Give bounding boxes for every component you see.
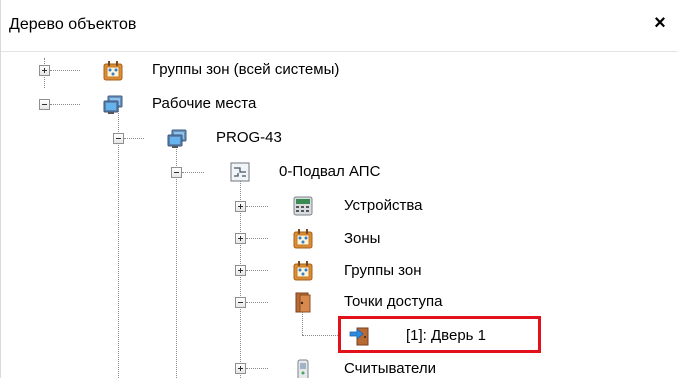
collapse-toggle-workstations[interactable] <box>39 99 50 110</box>
expand-toggle-devices[interactable] <box>235 201 246 212</box>
tree-line <box>246 238 268 239</box>
tree-node-label[interactable]: Группы зон (всей системы) <box>152 61 339 78</box>
tree-line <box>246 302 268 303</box>
tree-node-label[interactable]: Устройства <box>344 197 422 214</box>
collapse-toggle-access-points[interactable] <box>235 297 246 308</box>
zone-group-icon <box>293 261 313 281</box>
tree-node-label[interactable]: 0-Подвал АПС <box>279 163 380 180</box>
tree-line <box>246 206 268 207</box>
tree-node-label[interactable]: Группы зон <box>344 262 421 279</box>
tree-node-label[interactable]: Точки доступа <box>344 293 443 310</box>
object-tree-panel: Дерево объектов × Группы зон (всей систе… <box>0 0 677 378</box>
expand-toggle-zones[interactable] <box>235 233 246 244</box>
reader-icon <box>297 359 309 378</box>
panel-title: Дерево объектов <box>9 16 137 33</box>
collapse-toggle-prog43[interactable] <box>113 133 124 144</box>
tree-line <box>246 270 268 271</box>
tree-node-label[interactable]: Зоны <box>344 230 380 247</box>
devices-icon <box>293 196 313 216</box>
tree-node-label[interactable]: Рабочие места <box>152 95 256 112</box>
workstations-icon <box>103 95 123 114</box>
tree-line <box>50 104 80 105</box>
expand-toggle-zone-groups[interactable] <box>235 265 246 276</box>
expand-toggle-zone-groups-system[interactable] <box>39 65 50 76</box>
tree-node-label[interactable]: Считыватели <box>344 360 436 377</box>
collapse-toggle-basement[interactable] <box>171 167 182 178</box>
access-points-icon <box>295 292 311 313</box>
tree-line <box>118 105 119 378</box>
tree-line <box>182 172 204 173</box>
computer-icon <box>167 129 187 148</box>
tree-node-label[interactable]: PROG-43 <box>216 129 282 146</box>
tree-line <box>302 335 340 336</box>
expand-toggle-readers[interactable] <box>235 363 246 374</box>
floor-plan-icon <box>230 162 250 182</box>
zones-icon <box>293 229 313 249</box>
highlight-annotation <box>338 316 541 353</box>
tree-line <box>124 138 144 139</box>
panel-header: Дерево объектов × <box>1 0 677 52</box>
close-icon[interactable]: × <box>649 12 671 34</box>
tree-line <box>50 70 80 71</box>
tree-line <box>246 368 268 369</box>
zone-group-icon <box>103 61 123 81</box>
